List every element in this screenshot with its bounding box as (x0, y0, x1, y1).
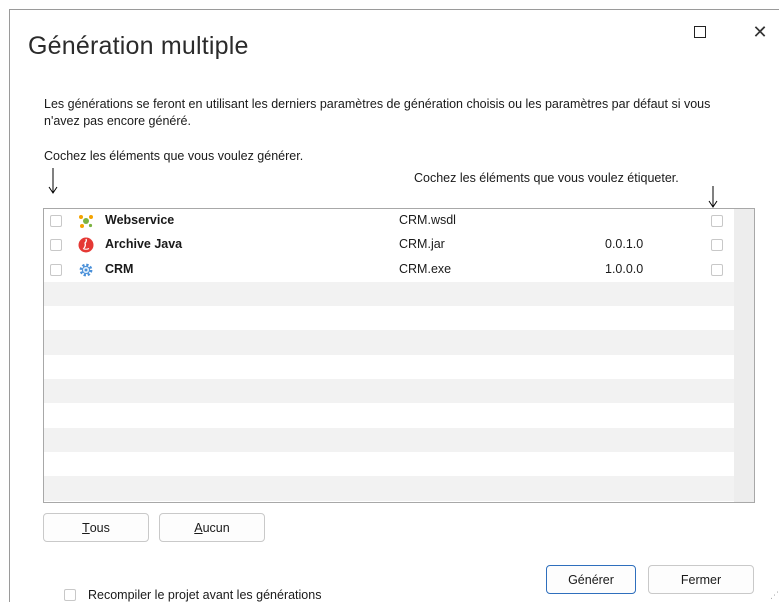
java-archive-icon (78, 237, 94, 253)
webservice-icon (79, 215, 93, 228)
close-window-button[interactable]: ✕ (745, 20, 775, 44)
generate-checkbox[interactable] (50, 239, 62, 252)
list-rows: Webservice CRM.wsdl Archive Java CRM.jar… (44, 209, 734, 501)
empty-row (44, 330, 734, 355)
item-file: CRM.wsdl (399, 213, 456, 227)
mnemonic-letter: A (194, 520, 203, 535)
list-item[interactable]: CRM CRM.exe 1.0.0.0 (44, 258, 734, 282)
list-item[interactable]: Archive Java CRM.jar 0.0.1.0 (44, 233, 734, 257)
select-none-button[interactable]: Aucun (159, 513, 265, 542)
select-all-button[interactable]: Tous (43, 513, 149, 542)
maximize-button[interactable] (685, 20, 715, 44)
label-checkbox[interactable] (711, 263, 723, 276)
recompile-option[interactable]: Recompiler le projet avant les génératio… (64, 588, 321, 602)
mnemonic-letter: T (82, 520, 90, 535)
item-file: CRM.jar (399, 237, 445, 252)
generate-checkbox[interactable] (50, 215, 62, 227)
generate-checkbox[interactable] (50, 263, 62, 276)
item-version: 1.0.0.0 (605, 261, 644, 276)
label-hint: Cochez les éléments que vous voulez étiq… (414, 171, 679, 185)
button-label: ous (89, 520, 110, 535)
gear-icon (79, 263, 93, 276)
button-label: ucun (202, 520, 230, 535)
arrow-down-icon (48, 168, 58, 194)
label-checkbox[interactable] (711, 215, 723, 227)
generate-hint: Cochez les éléments que vous voulez géné… (44, 149, 304, 163)
empty-row (44, 427, 734, 452)
recompile-label: Recompiler le projet avant les génératio… (88, 588, 322, 602)
item-file: CRM.exe (399, 261, 452, 276)
empty-row (44, 476, 734, 501)
generate-button[interactable]: Générer (546, 565, 636, 594)
close-icon: ✕ (752, 22, 768, 42)
item-name: Archive Java (105, 237, 183, 252)
dialog-window: Génération multiple ✕ Les générations se… (9, 9, 779, 602)
item-version: 0.0.1.0 (605, 237, 644, 252)
item-name: Webservice (105, 213, 175, 227)
recompile-checkbox[interactable] (64, 589, 76, 601)
close-button[interactable]: Fermer (648, 565, 754, 594)
resize-grip-icon[interactable]: ⋰ (770, 590, 779, 601)
label-checkbox[interactable] (711, 239, 723, 252)
dialog-title: Génération multiple (28, 32, 249, 60)
empty-row (44, 281, 734, 307)
empty-row (44, 306, 734, 330)
description-text: Les générations se feront en utilisant l… (44, 97, 711, 128)
vertical-scrollbar[interactable] (734, 209, 754, 502)
list-item[interactable]: Webservice CRM.wsdl (44, 209, 734, 233)
empty-row (44, 379, 734, 404)
item-name: CRM (105, 261, 134, 276)
empty-row (44, 403, 734, 427)
empty-row (44, 452, 734, 476)
generation-list[interactable]: Webservice CRM.wsdl Archive Java CRM.jar… (43, 208, 755, 503)
empty-row (44, 355, 734, 379)
maximize-icon (694, 26, 706, 38)
